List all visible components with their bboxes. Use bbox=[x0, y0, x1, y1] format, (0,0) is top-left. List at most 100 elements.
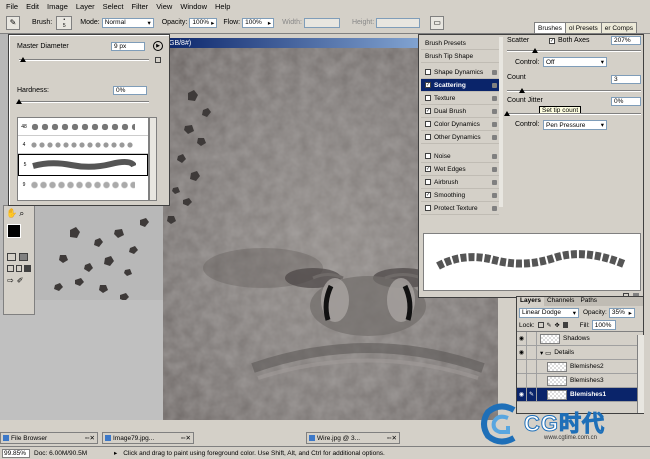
close-icon[interactable]: ▫▫✕ bbox=[85, 434, 95, 442]
lock-pixels-icon[interactable]: ✎ bbox=[547, 322, 552, 329]
both-axes-checkbox[interactable]: ✓ bbox=[549, 38, 555, 44]
brush-setting-wet-edges[interactable]: ✓ Wet Edges bbox=[421, 163, 499, 176]
layer-row[interactable]: Blemishes2 bbox=[517, 359, 643, 374]
brush-setting-smoothing[interactable]: ✓ Smoothing bbox=[421, 189, 499, 202]
count-slider[interactable] bbox=[507, 90, 641, 92]
brush-setting-protect-texture[interactable]: Protect Texture bbox=[421, 202, 499, 215]
lock-position-icon[interactable]: ✥ bbox=[555, 322, 560, 329]
brush-list-scrollbar[interactable] bbox=[499, 37, 503, 207]
brush-preset-item[interactable]: 4 bbox=[18, 136, 148, 154]
standard-mode-icon[interactable] bbox=[7, 253, 16, 261]
screen-mode-2-icon[interactable] bbox=[15, 265, 23, 272]
count-field[interactable]: 3 bbox=[611, 75, 641, 84]
lock-all-icon[interactable] bbox=[562, 322, 568, 328]
brush-setting-dual-brush[interactable]: ✓ Dual Brush bbox=[421, 105, 499, 118]
foreground-color-swatch[interactable] bbox=[7, 224, 21, 238]
menu-select[interactable]: Select bbox=[99, 2, 128, 11]
tab-paths[interactable]: Paths bbox=[577, 297, 600, 306]
status-arrow-icon[interactable]: ▸ bbox=[114, 449, 117, 457]
opacity-field[interactable]: 100% ▸ bbox=[189, 17, 218, 28]
close-icon[interactable]: ▫▫✕ bbox=[387, 434, 397, 442]
count-jitter-thumb[interactable] bbox=[504, 111, 510, 116]
brush-setting-color-dynamics[interactable]: Color Dynamics bbox=[421, 118, 499, 131]
scatter-slider[interactable] bbox=[507, 50, 641, 52]
link-icon[interactable] bbox=[527, 373, 537, 388]
scatter-value-field[interactable]: 207% bbox=[611, 36, 641, 45]
menu-file[interactable]: File bbox=[2, 2, 22, 11]
brush-setting-scattering[interactable]: ✓ Scattering bbox=[421, 79, 499, 92]
setting-checkbox[interactable]: ✓ bbox=[425, 166, 431, 172]
setting-checkbox[interactable] bbox=[425, 153, 431, 159]
quickmask-mode-icon[interactable] bbox=[19, 253, 28, 261]
brush-setting-brush-tip-shape[interactable]: Brush Tip Shape bbox=[421, 50, 499, 63]
control2-select[interactable]: Pen Pressure ▾ bbox=[543, 120, 607, 130]
setting-checkbox[interactable]: ✓ bbox=[425, 192, 431, 198]
link-icon[interactable] bbox=[527, 345, 537, 360]
minimized-image79[interactable]: Image79.jpg... ▫▫✕ bbox=[102, 432, 194, 444]
count-thumb[interactable] bbox=[519, 88, 525, 93]
brush-setting-airbrush[interactable]: Airbrush bbox=[421, 176, 499, 189]
count-jitter-slider[interactable] bbox=[507, 113, 641, 115]
screen-mode-3-icon[interactable] bbox=[24, 265, 32, 272]
zoom-tool-icon[interactable]: ⌕ bbox=[19, 208, 24, 219]
printer-icon[interactable]: ▭ bbox=[430, 15, 445, 30]
setting-checkbox[interactable]: ✓ bbox=[425, 108, 431, 114]
brush-picker-button[interactable]: • 5 bbox=[56, 15, 73, 30]
master-diameter-field[interactable]: 9 px bbox=[111, 42, 145, 51]
screen-mode-1-icon[interactable] bbox=[7, 265, 14, 272]
fill-field[interactable]: 100% bbox=[591, 320, 616, 330]
brush-setting-shape-dynamics[interactable]: Shape Dynamics bbox=[421, 66, 499, 79]
menu-layer[interactable]: Layer bbox=[72, 2, 99, 11]
mode-select[interactable]: Normal ▾ bbox=[101, 17, 154, 28]
brush-setting-other-dynamics[interactable]: Other Dynamics bbox=[421, 131, 499, 144]
menu-window[interactable]: Window bbox=[176, 2, 211, 11]
setting-checkbox[interactable] bbox=[425, 121, 431, 127]
tab-layers[interactable]: Layers bbox=[517, 297, 544, 306]
width-field[interactable] bbox=[303, 17, 340, 28]
eye-icon[interactable] bbox=[517, 359, 527, 374]
brush-preset-item[interactable]: 9 bbox=[18, 176, 148, 194]
menu-filter[interactable]: Filter bbox=[128, 2, 153, 11]
brush-setting-brush-presets[interactable]: Brush Presets bbox=[421, 37, 499, 50]
setting-checkbox[interactable] bbox=[425, 134, 431, 140]
link-icon[interactable] bbox=[527, 331, 537, 346]
tab-channels[interactable]: Channels bbox=[544, 297, 577, 306]
scatter-thumb[interactable] bbox=[532, 48, 538, 53]
jump-to-imageready-icon[interactable]: ⇨ bbox=[7, 276, 14, 285]
tab-layer-comps[interactable]: er Comps bbox=[600, 22, 637, 33]
hardness-slider[interactable] bbox=[19, 101, 149, 103]
menu-view[interactable]: View bbox=[152, 2, 176, 11]
flow-field[interactable]: 100% ▸ bbox=[242, 17, 275, 28]
brush-preset-item[interactable]: 48 bbox=[18, 118, 148, 136]
setting-checkbox[interactable] bbox=[425, 205, 431, 211]
setting-checkbox[interactable]: ✓ bbox=[425, 82, 431, 88]
setting-checkbox[interactable] bbox=[425, 69, 431, 75]
close-icon[interactable]: ▫▫✕ bbox=[181, 434, 191, 442]
setting-checkbox[interactable] bbox=[425, 95, 431, 101]
eye-icon[interactable]: ◉ bbox=[517, 331, 527, 346]
menu-edit[interactable]: Edit bbox=[22, 2, 43, 11]
popup-menu-button[interactable]: ▶ bbox=[153, 41, 163, 51]
layer-row[interactable]: ◉ Shadows bbox=[517, 331, 643, 346]
restore-size-icon[interactable] bbox=[155, 57, 161, 63]
height-field[interactable] bbox=[376, 17, 421, 28]
tab-tool-presets[interactable]: ol Presets bbox=[564, 22, 602, 33]
menu-image[interactable]: Image bbox=[43, 2, 72, 11]
control-select[interactable]: Off ▾ bbox=[543, 57, 607, 67]
setting-checkbox[interactable] bbox=[425, 179, 431, 185]
link-icon[interactable] bbox=[527, 359, 537, 374]
eye-icon[interactable] bbox=[517, 373, 527, 388]
lock-transparency-icon[interactable] bbox=[537, 322, 544, 328]
menu-help[interactable]: Help bbox=[211, 2, 234, 11]
layer-opacity-field[interactable]: 35% ▸ bbox=[608, 307, 635, 318]
hand-tool-icon[interactable]: ✋ bbox=[6, 208, 17, 219]
brush-preset-item-selected[interactable]: 5 bbox=[18, 154, 148, 176]
minimized-wire[interactable]: Wire.jpg @ 3... ▫▫✕ bbox=[306, 432, 400, 444]
blend-mode-select[interactable]: Linear Dodge ▾ bbox=[519, 307, 579, 318]
brush-setting-noise[interactable]: Noise bbox=[421, 150, 499, 163]
minimized-file-browser[interactable]: File Browser ▫▫✕ bbox=[0, 432, 98, 444]
layer-row[interactable]: ◉ ▾ ▭ Details bbox=[517, 345, 643, 360]
eyedropper-icon[interactable]: ✐ bbox=[17, 276, 24, 285]
master-diameter-slider[interactable] bbox=[19, 59, 149, 61]
hardness-field[interactable]: 0% bbox=[113, 86, 147, 95]
